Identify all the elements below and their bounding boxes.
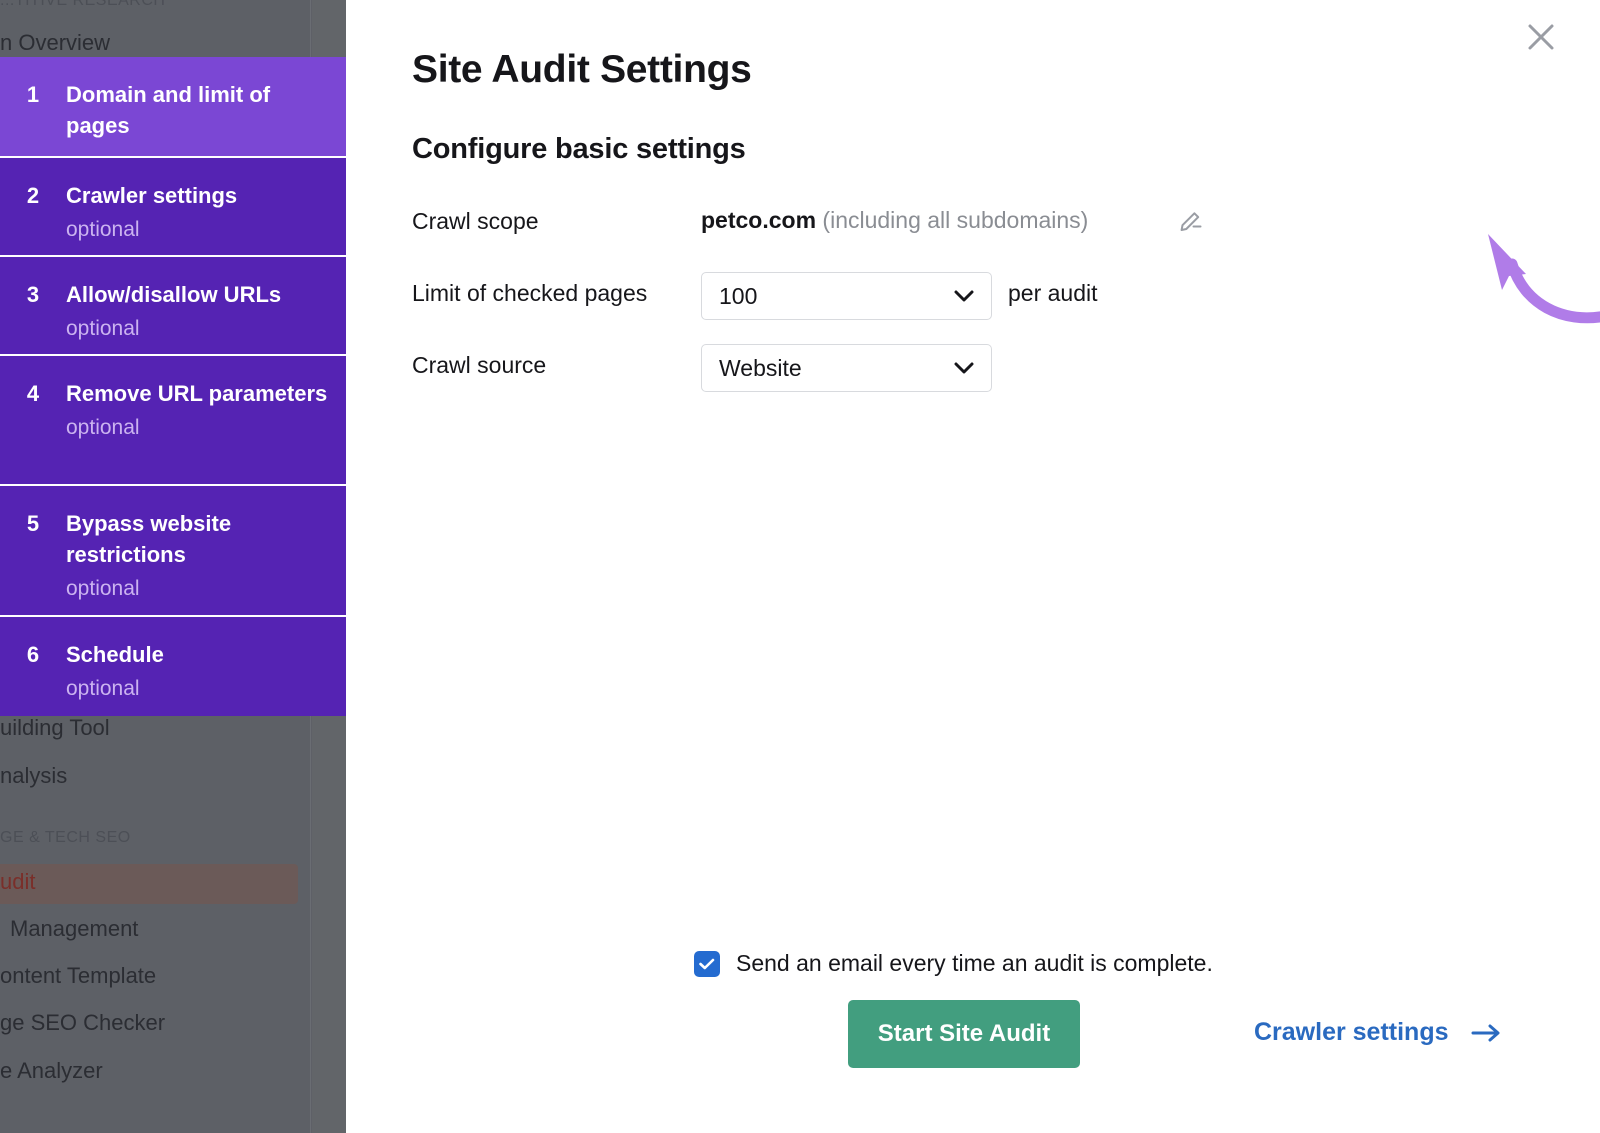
crawl-scope-label: Crawl scope (412, 208, 539, 235)
limit-pages-select[interactable]: 100 (701, 272, 992, 320)
step-title: Domain and limit of pages (66, 79, 332, 141)
step-title: Crawler settings (66, 180, 332, 211)
step-item-2[interactable]: 2 Crawler settings optional (0, 158, 346, 257)
bg-item-site-audit-highlight (0, 864, 298, 904)
form-row-crawl-source: Crawl source Website (412, 344, 1532, 416)
arrow-right-icon (1471, 1024, 1501, 1042)
bg-item-seo-content-template[interactable]: ontent Template (0, 963, 156, 989)
bg-item-site-audit[interactable]: udit (0, 869, 35, 895)
settings-stepper: 1 Domain and limit of pages 2 Crawler se… (0, 57, 346, 716)
step-title: Allow/disallow URLs (66, 279, 332, 310)
crawl-source-value: Website (719, 355, 802, 382)
per-audit-suffix: per audit (1008, 280, 1098, 307)
bg-item-log-file-analyzer[interactable]: e Analyzer (0, 1058, 103, 1084)
crawl-source-label: Crawl source (412, 352, 546, 379)
step-number: 5 (0, 508, 66, 539)
step-number: 1 (0, 79, 66, 110)
crawl-scope-domain: petco.com (701, 207, 816, 233)
limit-pages-label: Limit of checked pages (412, 280, 647, 307)
bg-item-backlink-analysis[interactable]: nalysis (0, 763, 67, 789)
limit-pages-select-wrap: 100 (701, 272, 992, 320)
step-optional-tag: optional (66, 413, 332, 443)
bg-item-link-building-tool[interactable]: uilding Tool (0, 715, 110, 741)
limit-pages-value: 100 (719, 283, 757, 310)
step-item-5[interactable]: 5 Bypass website restrictions optional (0, 486, 346, 617)
step-number: 6 (0, 639, 66, 670)
site-audit-settings-modal: Site Audit Settings Configure basic sett… (346, 0, 1600, 1133)
app-root: ...TITIVE RESEARCH n Overview uilding To… (0, 0, 1600, 1133)
step-optional-tag: optional (66, 314, 332, 344)
crawl-scope-value: petco.com (including all subdomains) (701, 207, 1088, 234)
pencil-icon[interactable] (1178, 207, 1204, 233)
form-row-crawl-scope: Crawl scope petco.com (including all sub… (412, 200, 1532, 272)
crawl-source-select-wrap: Website (701, 344, 992, 392)
crawl-scope-qualifier: (including all subdomains) (822, 207, 1088, 233)
start-site-audit-button[interactable]: Start Site Audit (848, 1000, 1080, 1068)
step-item-6[interactable]: 6 Schedule optional (0, 617, 346, 716)
section-title: Configure basic settings (412, 133, 746, 166)
step-optional-tag: optional (66, 674, 332, 704)
crawler-settings-link-label: Crawler settings (1254, 1018, 1449, 1047)
step-title: Schedule (66, 639, 332, 670)
step-number: 3 (0, 279, 66, 310)
step-item-4[interactable]: 4 Remove URL parameters optional (0, 356, 346, 486)
step-optional-tag: optional (66, 215, 332, 245)
form-row-limit-pages: Limit of checked pages 100 per audit (412, 272, 1532, 344)
email-notification-row: Send an email every time an audit is com… (694, 950, 1213, 977)
check-icon (699, 958, 715, 970)
step-number: 4 (0, 378, 66, 409)
bg-item-onpage-seo-checker[interactable]: ge SEO Checker (0, 1010, 165, 1036)
step-item-1[interactable]: 1 Domain and limit of pages (0, 57, 346, 158)
bg-item-domain-overview[interactable]: n Overview (0, 30, 110, 56)
step-item-3[interactable]: 3 Allow/disallow URLs optional (0, 257, 346, 356)
crawl-source-select[interactable]: Website (701, 344, 992, 392)
chevron-down-icon (954, 290, 974, 302)
bg-section-label-onpage-tech-seo: GE & TECH SEO (0, 829, 131, 847)
page-title: Site Audit Settings (412, 48, 752, 92)
step-number: 2 (0, 180, 66, 211)
chevron-down-icon (954, 362, 974, 374)
email-notification-checkbox[interactable] (694, 951, 720, 977)
step-title: Bypass website restrictions (66, 508, 332, 570)
bg-item-listing-management[interactable]: Management (10, 916, 138, 942)
crawler-settings-link[interactable]: Crawler settings (1254, 1018, 1501, 1047)
basic-settings-form: Crawl scope petco.com (including all sub… (412, 200, 1532, 416)
step-title: Remove URL parameters (66, 378, 332, 409)
step-optional-tag: optional (66, 574, 332, 604)
email-notification-label: Send an email every time an audit is com… (736, 950, 1213, 977)
bg-section-label-competitive-research: ...TITIVE RESEARCH (0, 0, 165, 10)
close-icon[interactable] (1520, 16, 1562, 58)
